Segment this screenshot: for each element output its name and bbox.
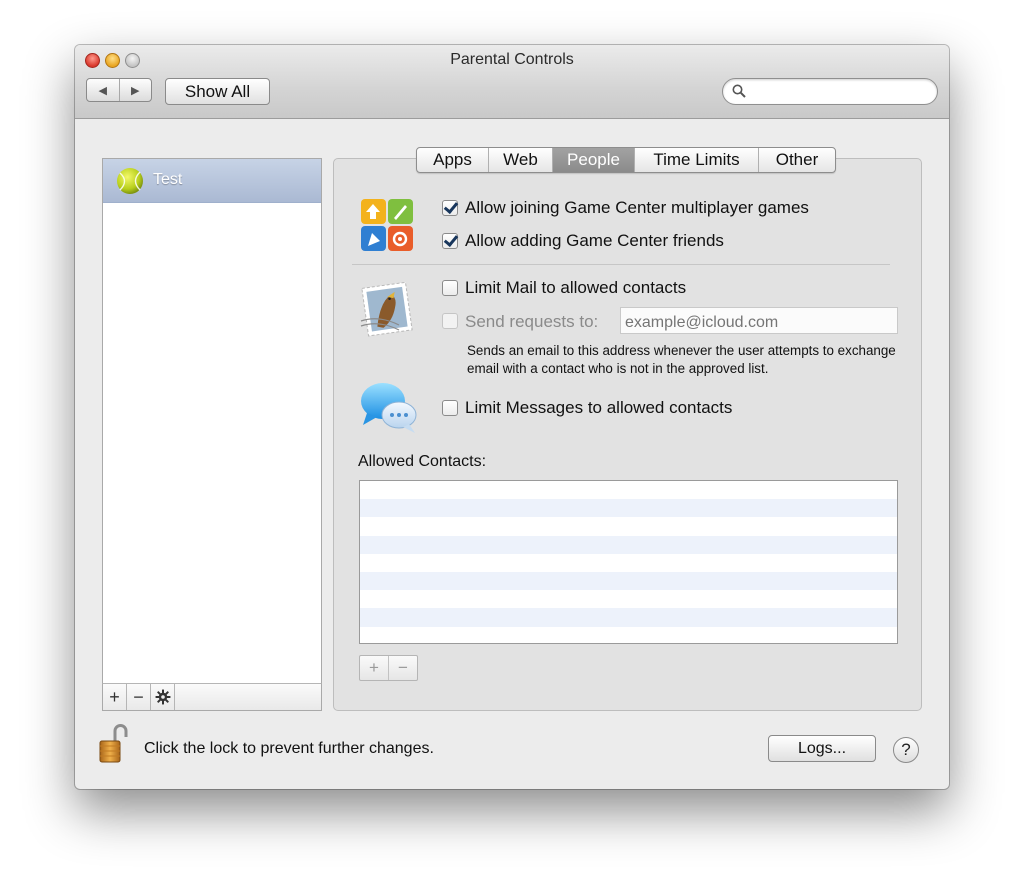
- limit-mail-checkbox[interactable]: [442, 280, 458, 296]
- allow-multiplayer-label: Allow joining Game Center multiplayer ga…: [465, 198, 809, 217]
- tab-bar: Apps Web People Time Limits Other: [416, 147, 836, 173]
- tennis-ball-avatar-icon: [117, 168, 143, 194]
- send-requests-label: Send requests to:: [465, 312, 599, 331]
- request-email-field[interactable]: [620, 307, 898, 334]
- remove-contact-button[interactable]: −: [389, 656, 417, 680]
- gear-icon: [155, 689, 170, 705]
- list-row: [360, 481, 897, 499]
- user-name: Test: [153, 171, 183, 188]
- add-user-button[interactable]: +: [103, 684, 127, 710]
- tab-apps[interactable]: Apps: [417, 148, 489, 172]
- list-row: [360, 535, 897, 554]
- allowed-contacts-title: Allowed Contacts:: [358, 453, 487, 470]
- remove-user-button[interactable]: −: [127, 684, 151, 710]
- preferences-window: Parental Controls ◀ ▶ Show All Test + − …: [75, 45, 949, 789]
- list-row: [360, 590, 897, 608]
- mail-stamp-icon: [360, 281, 413, 337]
- tab-people[interactable]: People: [553, 148, 635, 172]
- contacts-add-remove: + −: [359, 655, 418, 681]
- search-field[interactable]: [722, 78, 938, 105]
- title-bar: Parental Controls ◀ ▶ Show All: [75, 45, 949, 119]
- open-lock-icon[interactable]: [98, 724, 128, 764]
- send-requests-checkbox[interactable]: [442, 313, 458, 329]
- list-row: [360, 517, 897, 535]
- back-forward-control: ◀ ▶: [86, 78, 152, 102]
- show-all-button[interactable]: Show All: [165, 78, 270, 105]
- tab-other[interactable]: Other: [759, 148, 835, 172]
- search-icon: [732, 84, 746, 98]
- allow-friends-label: Allow adding Game Center friends: [465, 231, 724, 250]
- search-input[interactable]: [751, 82, 930, 102]
- tab-time-limits[interactable]: Time Limits: [635, 148, 759, 172]
- list-row: [360, 499, 897, 518]
- section-divider: [352, 264, 890, 265]
- user-list-toolbar: + −: [102, 683, 322, 711]
- limit-mail-label: Limit Mail to allowed contacts: [465, 278, 687, 297]
- allow-multiplayer-checkbox[interactable]: [442, 200, 458, 216]
- logs-button[interactable]: Logs...: [768, 735, 876, 762]
- add-contact-button[interactable]: +: [360, 656, 389, 680]
- forward-arrow-icon[interactable]: ▶: [120, 79, 152, 101]
- user-list: Test: [102, 158, 322, 711]
- list-row: [360, 608, 897, 627]
- messages-icon: [361, 383, 417, 433]
- back-arrow-icon[interactable]: ◀: [87, 79, 120, 101]
- limit-messages-checkbox[interactable]: [442, 400, 458, 416]
- game-center-icon: [361, 199, 413, 251]
- send-requests-note: Sends an email to this address whenever …: [467, 343, 896, 376]
- list-row: [360, 627, 897, 644]
- window-title: Parental Controls: [450, 51, 574, 68]
- help-button[interactable]: ?: [893, 737, 919, 763]
- tab-web[interactable]: Web: [489, 148, 553, 172]
- list-row: [360, 571, 897, 591]
- user-settings-button[interactable]: [151, 684, 175, 710]
- lock-status-text: Click the lock to prevent further change…: [144, 740, 434, 757]
- user-row-test[interactable]: Test: [103, 159, 321, 203]
- limit-messages-label: Limit Messages to allowed contacts: [465, 398, 733, 417]
- allowed-contacts-list[interactable]: [359, 480, 898, 644]
- allow-friends-checkbox[interactable]: [442, 233, 458, 249]
- list-row: [360, 554, 897, 572]
